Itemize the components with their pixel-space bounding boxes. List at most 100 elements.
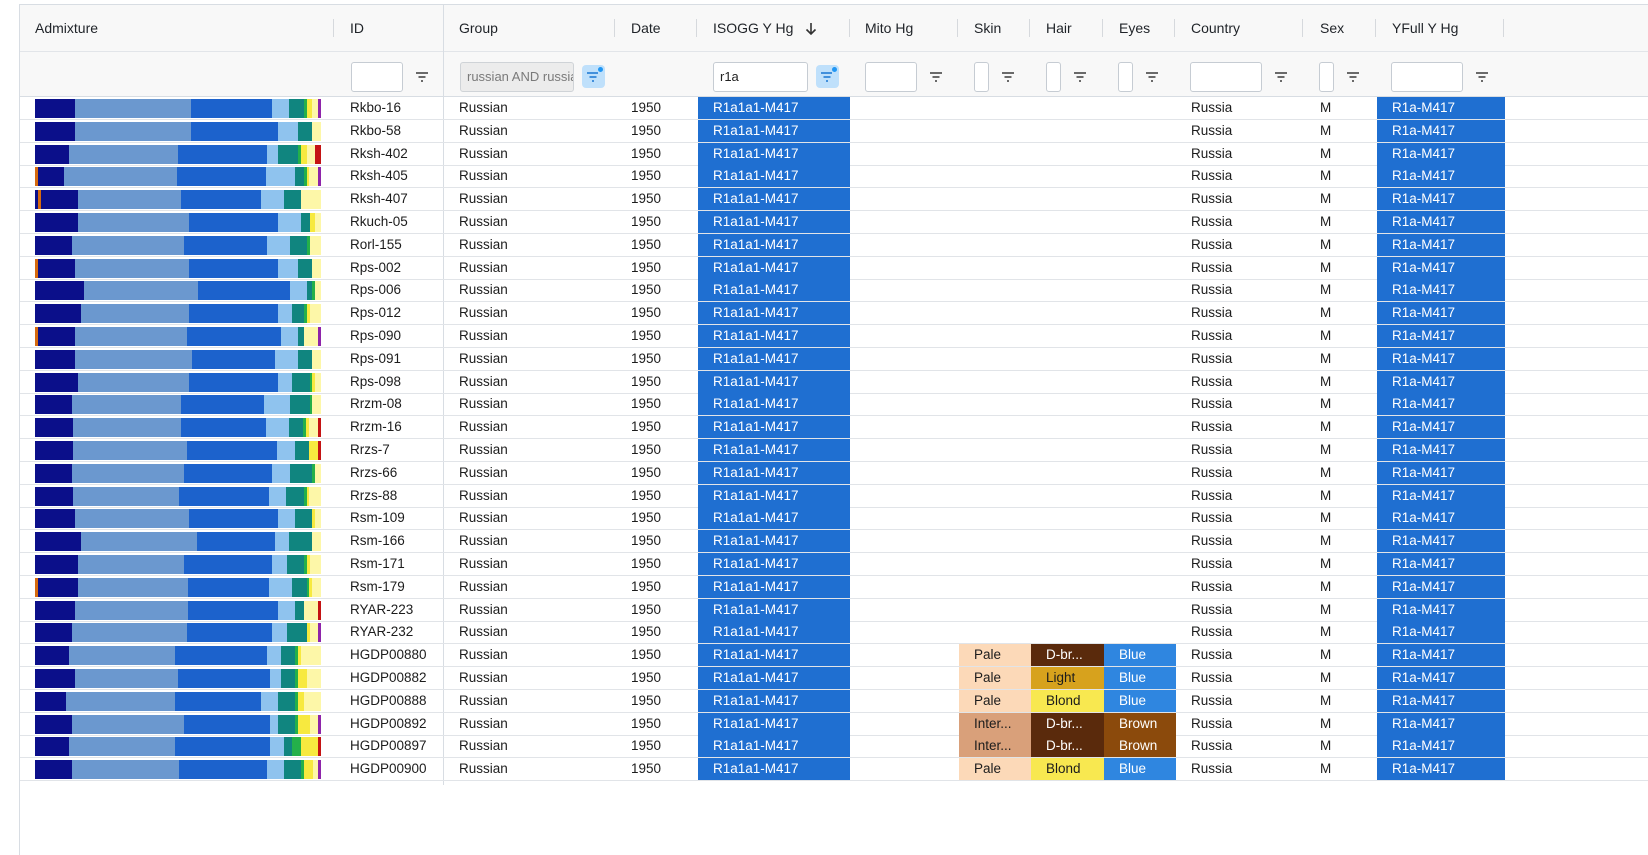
cell-yfull[interactable]: R1a-M417 <box>1377 347 1505 370</box>
cell-id[interactable]: Rsm-179 <box>335 576 444 598</box>
cell-country[interactable]: Russia <box>1176 713 1305 735</box>
cell-country[interactable]: Russia <box>1176 553 1305 575</box>
cell-skin[interactable] <box>959 165 1031 187</box>
cell-hair[interactable] <box>1031 325 1104 347</box>
cell-sex[interactable]: M <box>1305 485 1377 507</box>
cell-mito[interactable] <box>850 667 959 689</box>
cell-yfull[interactable]: R1a-M417 <box>1377 188 1505 211</box>
cell-group[interactable]: Russian <box>444 325 616 347</box>
cell-hair[interactable] <box>1031 507 1104 529</box>
cell-country[interactable]: Russia <box>1176 348 1305 370</box>
cell-country[interactable]: Russia <box>1176 439 1305 461</box>
cell-sex[interactable]: M <box>1305 667 1377 689</box>
cell-id[interactable]: Rps-098 <box>335 371 444 393</box>
cell-mito[interactable] <box>850 279 959 301</box>
table-row[interactable]: Rrzm-08 Russian 1950 R1a1a1-M417 Russia M R1a-… <box>20 393 1648 417</box>
cell-mito[interactable] <box>850 507 959 529</box>
cell-hair[interactable] <box>1031 439 1104 461</box>
cell-yfull[interactable]: R1a-M417 <box>1377 256 1505 279</box>
cell-group[interactable]: Russian <box>444 393 616 415</box>
table-row[interactable]: Rsm-171 Russian 1950 R1a1a1-M417 Russia M R1a-… <box>20 553 1648 576</box>
arrow-down-icon[interactable] <box>805 22 817 36</box>
filter-icon[interactable] <box>928 69 944 85</box>
cell-isogg[interactable]: R1a1a1-M417 <box>698 393 850 416</box>
table-row[interactable]: Rps-012 Russian 1950 R1a1a1-M417 Russia M R1a-… <box>20 302 1648 326</box>
cell-yfull[interactable]: R1a-M417 <box>1377 416 1505 439</box>
cell-skin[interactable]: Inter... <box>959 712 1031 735</box>
table-row[interactable]: Rkbo-16 Russian 1950 R1a1a1-M417 Russia M R1a-… <box>20 97 1648 120</box>
cell-skin[interactable] <box>959 302 1031 324</box>
table-row[interactable]: RYAR-223 Russian 1950 R1a1a1-M417 Russia M R1a… <box>20 598 1648 622</box>
cell-country[interactable]: Russia <box>1176 257 1305 279</box>
cell-hair[interactable]: D-br... <box>1031 735 1104 758</box>
column-header-eyes[interactable]: Eyes <box>1104 5 1150 51</box>
cell-hair[interactable] <box>1031 416 1104 438</box>
eyes-filter-input[interactable] <box>1118 62 1133 92</box>
cell-sex[interactable]: M <box>1305 576 1377 598</box>
cell-skin[interactable] <box>959 576 1031 598</box>
table-row[interactable]: Rrzs-88 Russian 1950 R1a1a1-M417 Russia M R1a-… <box>20 484 1648 508</box>
cell-eyes[interactable] <box>1104 302 1176 324</box>
hair-filter-input[interactable] <box>1046 62 1061 92</box>
cell-mito[interactable] <box>850 530 959 552</box>
cell-sex[interactable]: M <box>1305 644 1377 666</box>
column-separator[interactable] <box>1029 19 1030 37</box>
cell-sex[interactable]: M <box>1305 621 1377 643</box>
cell-date[interactable]: 1950 <box>616 120 698 142</box>
cell-mito[interactable] <box>850 257 959 279</box>
cell-skin[interactable] <box>959 120 1031 142</box>
cell-country[interactable]: Russia <box>1176 735 1305 757</box>
cell-id[interactable]: Rrzm-08 <box>335 393 444 415</box>
cell-isogg[interactable]: R1a1a1-M417 <box>698 211 850 233</box>
filter-icon[interactable] <box>1144 69 1160 85</box>
cell-hair[interactable] <box>1031 371 1104 393</box>
cell-skin[interactable] <box>959 507 1031 529</box>
cell-date[interactable]: 1950 <box>616 530 698 552</box>
cell-yfull[interactable]: R1a-M417 <box>1377 575 1505 598</box>
cell-isogg[interactable]: R1a1a1-M417 <box>698 119 850 142</box>
cell-eyes[interactable] <box>1104 485 1176 507</box>
table-row[interactable]: Rrzs-66 Russian 1950 R1a1a1-M417 Russia M R1a-… <box>20 461 1648 485</box>
mito-filter-input[interactable] <box>865 62 917 92</box>
cell-skin[interactable] <box>959 188 1031 210</box>
cell-isogg[interactable]: R1a1a1-M417 <box>698 461 850 484</box>
cell-date[interactable]: 1950 <box>616 302 698 324</box>
yfull-filter-input[interactable] <box>1391 62 1463 92</box>
cell-yfull[interactable]: R1a-M417 <box>1377 735 1505 758</box>
cell-isogg[interactable]: R1a1a1-M417 <box>698 439 850 461</box>
cell-mito[interactable] <box>850 462 959 484</box>
column-separator[interactable] <box>1174 19 1175 37</box>
cell-id[interactable]: RYAR-232 <box>335 621 444 643</box>
cell-eyes[interactable] <box>1104 393 1176 415</box>
cell-country[interactable]: Russia <box>1176 758 1305 780</box>
cell-eyes[interactable] <box>1104 507 1176 529</box>
cell-country[interactable]: Russia <box>1176 120 1305 142</box>
cell-isogg[interactable]: R1a1a1-M417 <box>698 142 850 165</box>
cell-country[interactable]: Russia <box>1176 165 1305 187</box>
cell-hair[interactable] <box>1031 97 1104 119</box>
column-separator[interactable] <box>957 19 958 37</box>
cell-yfull[interactable]: R1a-M417 <box>1377 667 1505 689</box>
column-header-isogg[interactable]: ISOGG Y Hg <box>698 5 817 51</box>
cell-yfull[interactable]: R1a-M417 <box>1377 712 1505 735</box>
skin-filter-input[interactable] <box>974 62 989 92</box>
cell-mito[interactable] <box>850 599 959 621</box>
column-separator[interactable] <box>1302 19 1303 37</box>
cell-eyes[interactable] <box>1104 257 1176 279</box>
cell-skin[interactable] <box>959 485 1031 507</box>
cell-sex[interactable]: M <box>1305 302 1377 324</box>
cell-yfull[interactable]: R1a-M417 <box>1377 530 1505 553</box>
cell-mito[interactable] <box>850 758 959 780</box>
cell-yfull[interactable]: R1a-M417 <box>1377 233 1505 256</box>
table-row[interactable]: Rps-090 Russian 1950 R1a1a1-M417 Russia M R1a-… <box>20 325 1648 348</box>
cell-eyes[interactable] <box>1104 348 1176 370</box>
cell-hair[interactable] <box>1031 553 1104 575</box>
cell-hair[interactable] <box>1031 211 1104 233</box>
cell-group[interactable]: Russian <box>444 143 616 165</box>
cell-eyes[interactable] <box>1104 279 1176 301</box>
cell-isogg[interactable]: R1a1a1-M417 <box>698 735 850 758</box>
cell-country[interactable]: Russia <box>1176 302 1305 324</box>
cell-yfull[interactable]: R1a-M417 <box>1377 644 1505 667</box>
cell-yfull[interactable]: R1a-M417 <box>1377 302 1505 325</box>
cell-group[interactable]: Russian <box>444 713 616 735</box>
